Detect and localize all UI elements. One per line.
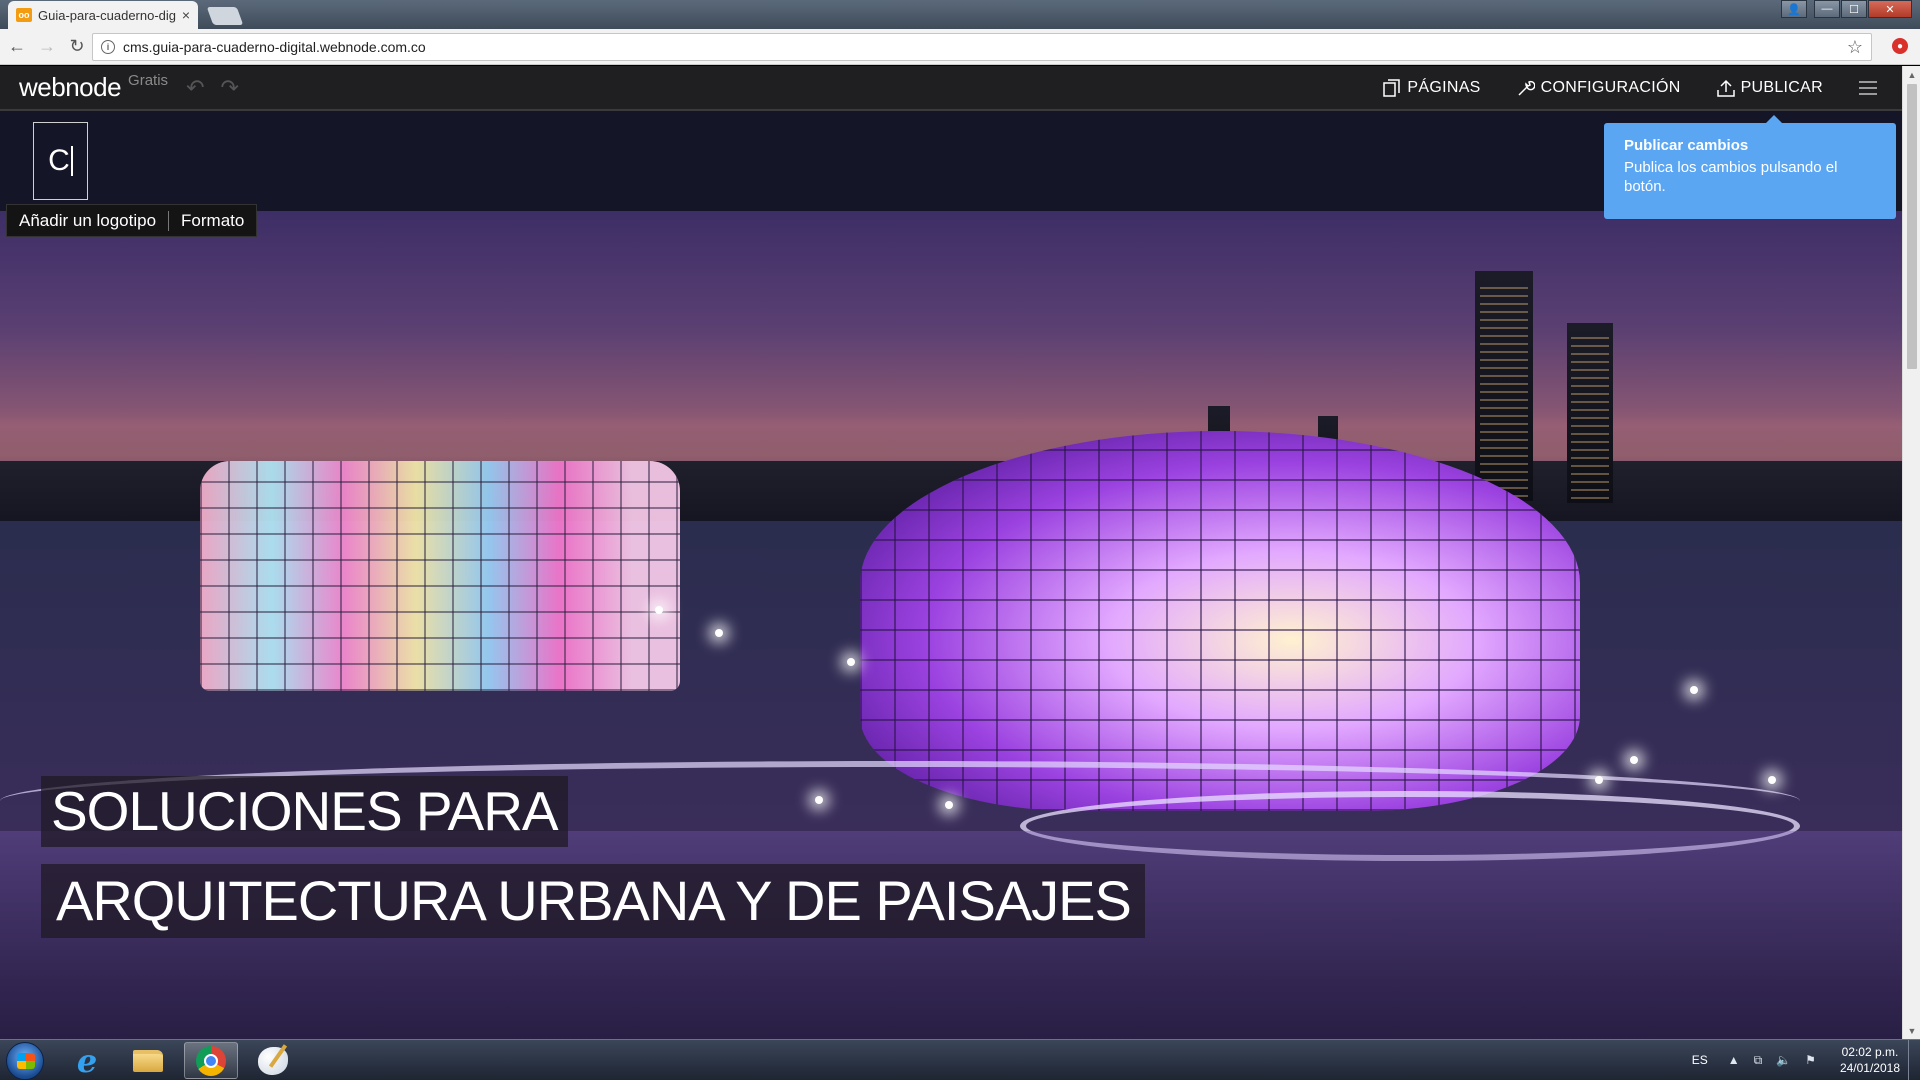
chrome-icon	[196, 1045, 226, 1076]
window-controls: 👤 — ☐ ✕	[1780, 0, 1912, 18]
browser-toolbar: ← → ↻ i cms.guia-para-cuaderno-digital.w…	[0, 29, 1920, 65]
undo-icon[interactable]: ↶	[186, 75, 204, 101]
pages-icon	[1383, 78, 1401, 97]
tooltip-body: Publica los cambios pulsando el botón.	[1624, 159, 1838, 195]
street-light	[1630, 756, 1638, 764]
webnode-editor-bar: webnode Gratis ↶ ↷ PÁGINAS CONFIGURACIÓN…	[0, 66, 1902, 111]
tower-lights	[1571, 331, 1609, 501]
tooltip-title: Publicar cambios	[1624, 137, 1749, 154]
internet-explorer-button[interactable]: e	[60, 1041, 114, 1080]
start-button[interactable]	[6, 1042, 44, 1080]
windows-logo-icon	[17, 1053, 35, 1069]
street-light	[945, 801, 953, 809]
text-cursor	[70, 146, 73, 176]
bookmark-star-icon[interactable]: ☆	[1847, 37, 1863, 58]
close-window-button[interactable]: ✕	[1868, 0, 1912, 18]
reload-icon[interactable]: ↻	[64, 34, 90, 60]
pages-button[interactable]: PÁGINAS	[1383, 79, 1480, 97]
info-icon[interactable]: i	[101, 40, 115, 54]
tab-title: Guia-para-cuaderno-dig	[38, 7, 177, 23]
site-logo-editable[interactable]: C	[33, 122, 88, 200]
street-light	[655, 606, 663, 614]
tower-lights	[1480, 281, 1528, 501]
plan-label: Gratis	[128, 72, 169, 89]
site-logo-text: C	[48, 144, 70, 177]
url-text[interactable]: cms.guia-para-cuaderno-digital.webnode.c…	[123, 39, 426, 55]
publish-changes-tooltip: Publicar cambios Publica los cambios pul…	[1604, 115, 1896, 219]
upload-icon	[1716, 79, 1735, 97]
settings-button[interactable]: CONFIGURACIÓN	[1517, 79, 1681, 97]
paint-taskbar-button[interactable]	[246, 1042, 300, 1079]
minimize-button[interactable]: —	[1814, 0, 1840, 18]
hamburger-menu-icon[interactable]	[1859, 77, 1877, 99]
street-light	[1690, 686, 1698, 694]
tab-close-icon[interactable]: ×	[182, 7, 190, 23]
browser-titlebar: oo Guia-para-cuaderno-dig × 👤 — ☐ ✕	[0, 0, 1920, 29]
publish-label: PUBLICAR	[1740, 78, 1823, 96]
user-profile-icon[interactable]: 👤	[1781, 0, 1807, 18]
scroll-up-arrow-icon[interactable]: ▲	[1903, 66, 1920, 83]
building-frame-left	[200, 461, 680, 691]
publish-button[interactable]: PUBLICAR	[1716, 78, 1823, 97]
hero-title-line-1[interactable]: SOLUCIONES PARA	[41, 776, 568, 847]
webnode-logo: webnode	[19, 72, 122, 102]
show-hidden-icons-icon[interactable]: ▲	[1728, 1053, 1740, 1067]
scroll-thumb[interactable]	[1907, 84, 1917, 369]
action-center-flag-icon[interactable]: ⚑	[1805, 1053, 1816, 1067]
street-light	[815, 796, 823, 804]
maximize-button[interactable]: ☐	[1841, 0, 1867, 18]
street-light	[1595, 776, 1603, 784]
browser-tab[interactable]: oo Guia-para-cuaderno-dig ×	[8, 1, 198, 29]
clock[interactable]: 02:02 p.m. 24/01/2018	[1840, 1044, 1900, 1076]
building-frame-right	[860, 431, 1580, 811]
street-light	[1768, 776, 1776, 784]
network-icon[interactable]: ⧉	[1754, 1053, 1763, 1068]
hero-title-line-2[interactable]: ARQUITECTURA URBANA Y DE PAISAJES	[41, 864, 1145, 938]
logo-toolbar: Añadir un logotipo Formato	[6, 204, 258, 237]
language-indicator[interactable]: ES	[1692, 1053, 1708, 1067]
chrome-taskbar-button[interactable]	[184, 1042, 238, 1079]
internet-explorer-icon: e	[76, 1041, 98, 1080]
add-logo-button[interactable]: Añadir un logotipo	[7, 211, 168, 231]
paint-icon	[258, 1046, 288, 1075]
street-light	[847, 658, 855, 666]
clock-time: 02:02 p.m.	[1841, 1045, 1899, 1059]
scroll-down-arrow-icon[interactable]: ▼	[1903, 1022, 1920, 1039]
new-tab-button[interactable]	[206, 7, 244, 25]
volume-icon[interactable]: 🔈	[1776, 1053, 1791, 1067]
address-bar[interactable]: i cms.guia-para-cuaderno-digital.webnode…	[92, 33, 1872, 61]
show-desktop-button[interactable]	[1908, 1040, 1920, 1080]
format-button[interactable]: Formato	[169, 211, 256, 231]
redo-icon[interactable]: ↷	[221, 75, 239, 101]
editor-menu: PÁGINAS CONFIGURACIÓN PUBLICAR	[1383, 66, 1902, 109]
pages-label: PÁGINAS	[1407, 78, 1481, 96]
page-scrollbar[interactable]: ▲ ▼	[1902, 66, 1920, 1039]
settings-label: CONFIGURACIÓN	[1540, 78, 1681, 96]
clock-date: 24/01/2018	[1839, 1061, 1900, 1075]
folder-icon	[133, 1049, 163, 1072]
file-explorer-button[interactable]	[121, 1042, 175, 1079]
extension-icon[interactable]: ●	[1892, 38, 1908, 54]
forward-arrow-icon[interactable]: →	[34, 34, 60, 60]
windows-taskbar: e ES ▲ ⧉ 🔈 ⚑ 02:02 p.m. 24/01/2018	[0, 1039, 1920, 1080]
wrench-icon	[1517, 79, 1535, 97]
street-light	[715, 629, 723, 637]
webnode-favicon-icon: oo	[16, 8, 32, 22]
system-tray: ES ▲ ⧉ 🔈 ⚑ 02:02 p.m. 24/01/2018	[1692, 1040, 1900, 1080]
back-arrow-icon[interactable]: ←	[4, 34, 30, 60]
